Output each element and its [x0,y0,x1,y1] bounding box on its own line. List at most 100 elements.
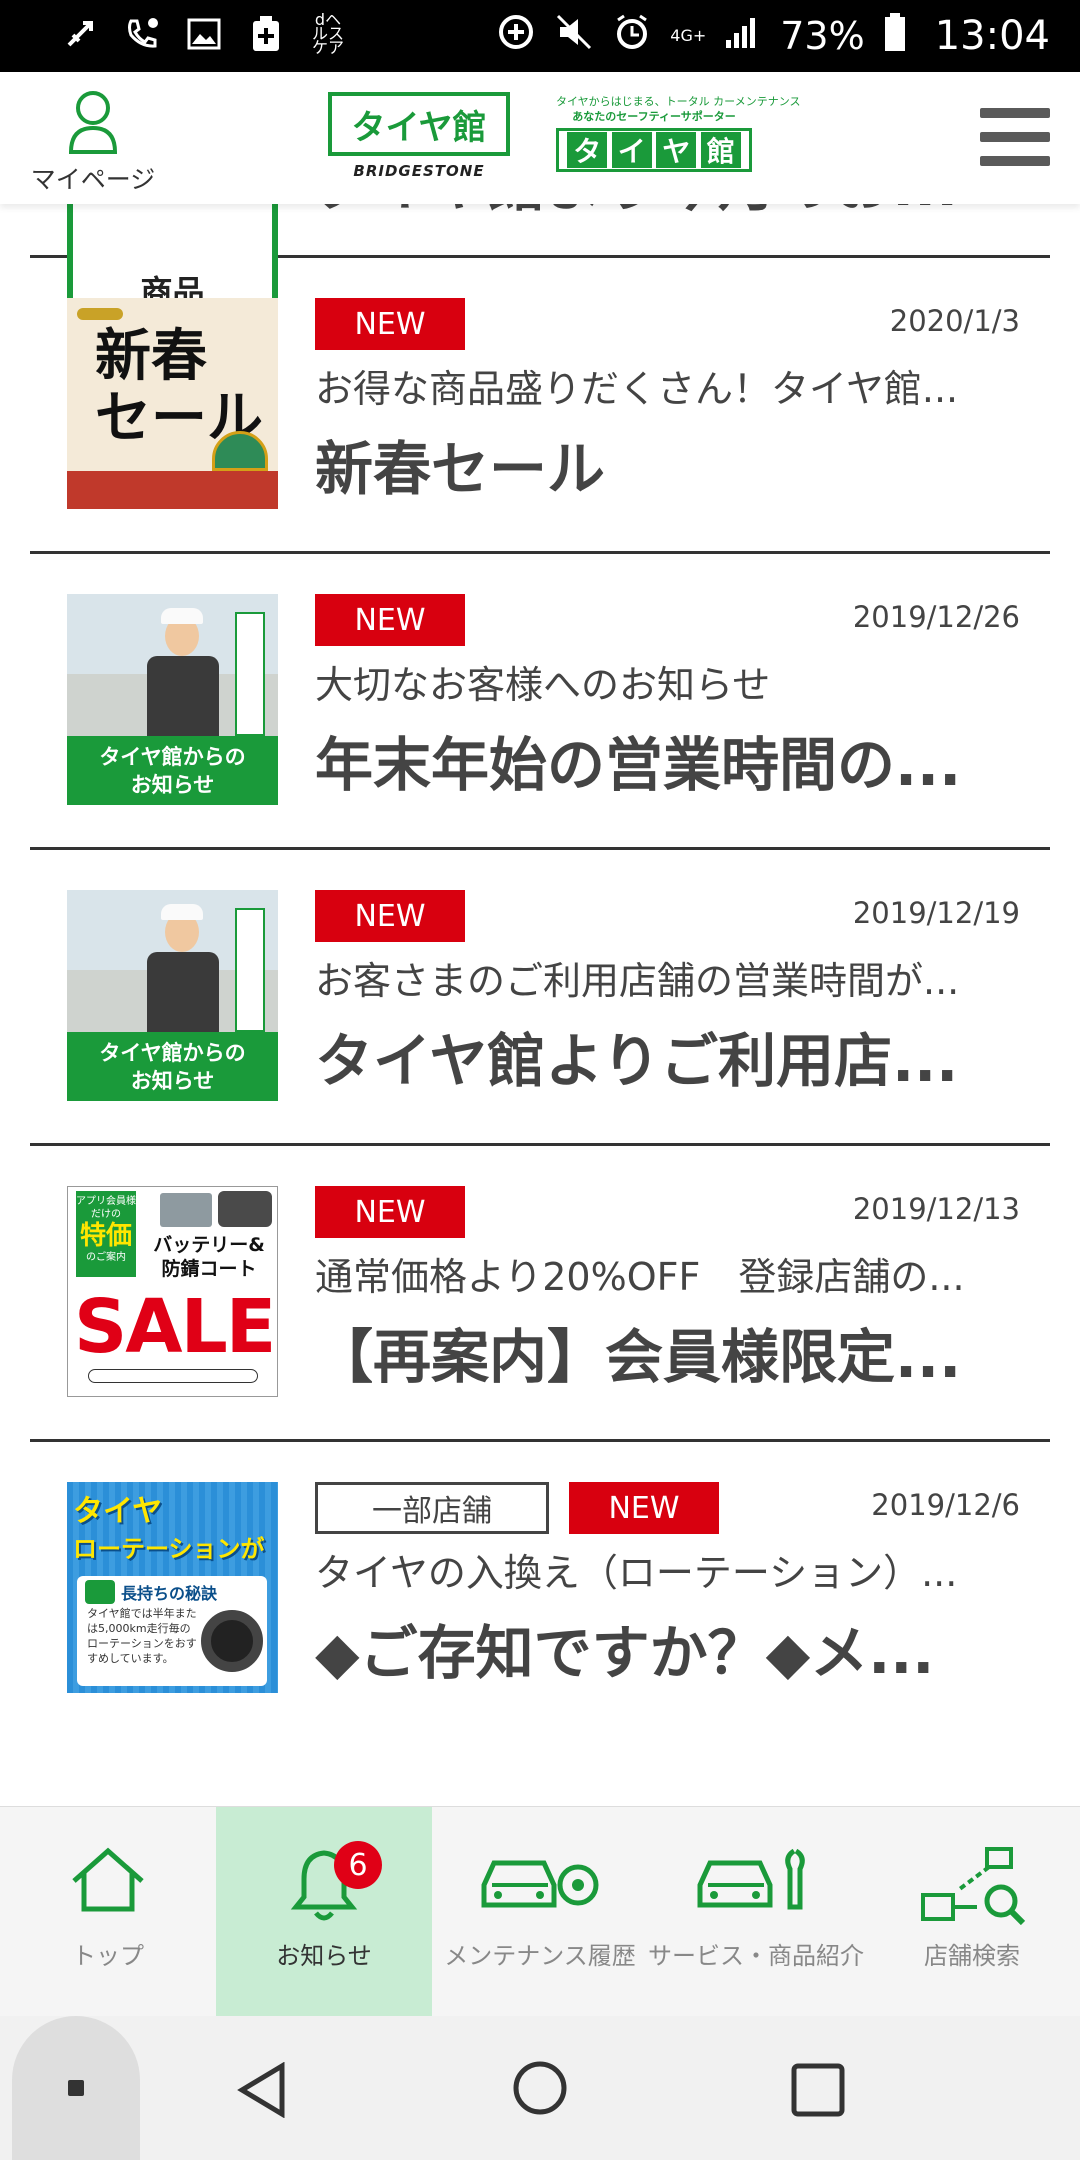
badge-group: NEW [315,1186,465,1238]
news-subtitle: 通常価格より20%OFF 登録店舗の... [315,1255,965,1299]
status-left-icons: dヘルスケア [60,10,348,57]
badge-group: 一部店舗 NEW [315,1482,719,1534]
logo-char: タ [567,132,608,168]
home-icon [72,1847,144,1912]
nav-tab-notifications[interactable]: 6 お知らせ [216,1807,432,2017]
badge-group: NEW [315,298,465,350]
thumb-text: タイヤ [73,1494,163,1529]
news-title: ◆ご存知ですか？◆メ... [315,1619,935,1687]
logo-sub-line1: タイヤからはじまる、トータル カーメンテナンス [556,95,801,108]
nav-tab-services[interactable]: サービス・商品紹介 [648,1807,864,2017]
medical-icon [246,14,286,54]
logo-char: ヤ [656,132,697,168]
news-title: タイヤ館よりご利用店... [315,1027,959,1095]
new-badge: NEW [315,594,465,646]
thumb-text: タイヤ館からの [99,1041,246,1065]
news-item-partial[interactable]: 商品 タイヤ館より今月のお... [30,204,1050,355]
news-subtitle: 大切なお客様へのお知らせ [315,663,771,707]
thumb-text: 長持ちの秘訣 [121,1584,218,1603]
thumb-side-label: アプリ会員様 だけの 特価 のご案内 [76,1191,136,1277]
news-title: 新春セール [315,435,606,503]
news-title: 【再案内】会員様限定... [315,1323,962,1391]
status-right: 4G+ 73% 13:04 [496,0,1050,72]
new-badge: NEW [315,298,465,350]
new-badge: NEW [315,1186,465,1238]
thumbs-up-icon [85,1580,115,1604]
signal-icon [724,14,762,59]
hamburger-menu-icon[interactable] [980,108,1050,166]
mypage-button[interactable]: マイページ [28,90,158,196]
sync-icon [496,12,536,61]
logo-main-text: タイヤ館 [328,92,510,156]
news-thumbnail: 新春 セール [67,298,278,509]
news-item[interactable]: タイヤ ローテーションが 長持ちの秘訣 タイヤ館では半年または5,000km走行… [30,1442,1050,1738]
car-wrench-icon [697,1848,805,1910]
nav-label: お知らせ [276,1942,372,1970]
thumb-text: バッテリー&防錆コート [153,1234,265,1280]
logo-sub-line2: あなたのセーフティーサポーター [572,110,736,123]
user-icon [68,91,118,154]
news-title: 年末年始の営業時間の... [315,731,962,799]
news-title: タイヤ館より今月のお... [315,204,1015,222]
home-circle-icon[interactable] [510,2058,570,2122]
network-type: 4G+ [670,26,707,45]
nav-tab-top[interactable]: トップ [0,1807,216,2017]
nav-label: トップ [72,1942,144,1970]
safety-supporter-logo: タイヤからはじまる、トータル カーメンテナンス あなたのセーフティーサポーター … [556,94,801,172]
nav-tab-store-search[interactable]: 店舗検索 [864,1807,1080,2017]
news-list: 商品 タイヤ館より今月のお... 新春 セール NEW 2020/1/3 お得な… [0,204,1080,1806]
system-navigation-bar [0,2016,1080,2160]
battery-icon [883,12,907,61]
new-badge: NEW [569,1482,719,1534]
logo-char: イ [611,132,652,168]
logo-brand-text: BRIDGESTONE [353,162,485,180]
back-icon[interactable] [236,2061,290,2122]
news-date: 2019/12/19 [852,896,1020,930]
badge-group: NEW [315,594,465,646]
image-icon [184,14,224,54]
alarm-icon [612,12,652,61]
bottom-navigation: トップ 6 お知らせ メンテナンス履歴 サービス・商品紹介 店舗検索 [0,1806,1080,2017]
news-thumbnail: タイヤ ローテーションが 長持ちの秘訣 タイヤ館では半年または5,000km走行… [67,1482,278,1693]
battery-percent: 73% [780,14,865,58]
news-thumbnail: タイヤ館からの お知らせ [67,890,278,1101]
nav-label: サービス・商品紹介 [648,1942,864,1970]
news-date: 2019/12/26 [852,600,1020,634]
news-item[interactable]: 新春 セール NEW 2020/1/3 お得な商品盛りだくさん！タイヤ館... … [30,258,1050,554]
store-search-icon [921,1847,1026,1925]
badge-group: NEW [315,890,465,942]
nav-label: 店舗検索 [924,1942,1020,1970]
news-thumbnail: タイヤ館からの お知らせ [67,594,278,805]
d-health-icon: dヘルスケア [311,10,344,57]
news-subtitle: お得な商品盛りだくさん！タイヤ館... [315,367,959,411]
thumb-text: お知らせ [130,1069,215,1093]
coating-image [218,1191,272,1227]
thumb-text: お知らせ [130,773,215,797]
store-badge: 一部店舗 [315,1482,549,1534]
floating-dock-button[interactable] [12,2016,140,2160]
battery-image [160,1193,212,1227]
thumb-sale-text: SALE [74,1284,276,1370]
thumb-note: タイヤ館では半年または5,000km走行毎のローテーションをおすすめしています。 [87,1607,197,1665]
logo-char-boxes: タ イ ヤ 館 [556,128,752,172]
mypage-label: マイページ [30,165,156,194]
thumb-text: タイヤ館からの [99,745,246,769]
news-item[interactable]: タイヤ館からの お知らせ NEW 2019/12/19 お客さまのご利用店舗の営… [30,850,1050,1146]
news-subtitle: お客さまのご利用店舗の営業時間が... [315,959,960,1003]
recent-apps-icon[interactable] [790,2062,846,2122]
notification-count-badge: 6 [334,1841,382,1889]
clock: 13:04 [934,13,1050,59]
app-header: マイページ タイヤ館 BRIDGESTONE タイヤからはじまる、トータル カー… [0,72,1080,204]
thumb-text: 新春 [95,324,207,389]
news-date: 2019/12/6 [871,1488,1020,1522]
news-date: 2020/1/3 [889,304,1020,338]
nav-tab-maintenance-history[interactable]: メンテナンス履歴 [432,1807,648,2017]
news-date: 2019/12/13 [852,1192,1020,1226]
news-item[interactable]: アプリ会員様 だけの 特価 のご案内 バッテリー&防錆コート SALE NEW … [30,1146,1050,1442]
usb-icon [60,14,100,54]
thumb-text: ローテーションが [73,1535,265,1563]
missed-call-icon [122,14,162,54]
mute-icon [554,12,594,61]
news-item[interactable]: タイヤ館からの お知らせ NEW 2019/12/26 大切なお客様へのお知らせ… [30,554,1050,850]
logo-char: 館 [700,132,741,168]
